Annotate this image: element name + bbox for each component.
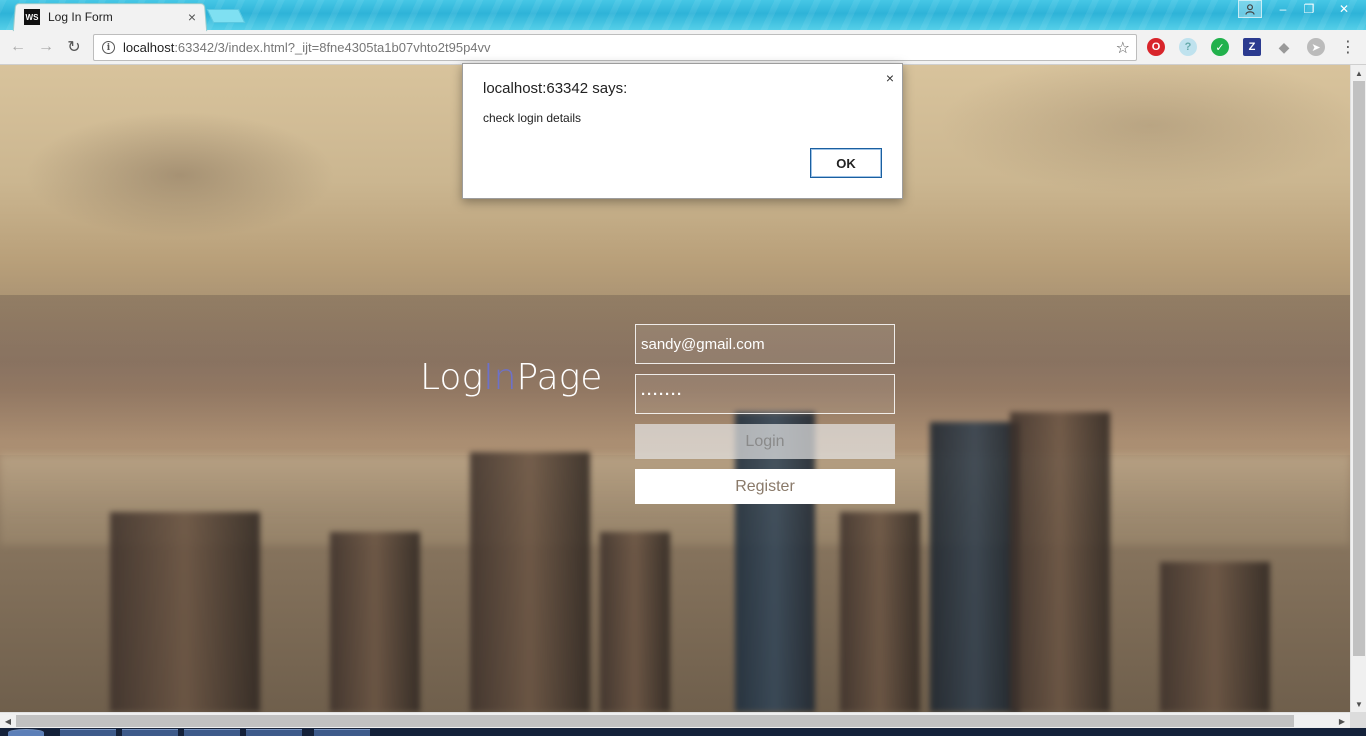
register-button[interactable]: Register <box>635 469 895 504</box>
forward-arrow-icon[interactable]: → <box>36 37 56 57</box>
login-button[interactable]: Login <box>635 424 895 459</box>
horizontal-scrollbar[interactable]: ◀ ▶ <box>0 712 1350 728</box>
opera-icon[interactable]: O <box>1147 38 1165 56</box>
taskbar-item[interactable] <box>246 729 302 736</box>
vertical-scrollbar[interactable]: ▲ ▼ <box>1350 65 1366 712</box>
scroll-left-arrow-icon[interactable]: ◀ <box>0 713 16 729</box>
background-building <box>330 532 420 712</box>
windows-taskbar <box>0 728 1366 736</box>
horizontal-scroll-thumb[interactable] <box>16 715 1294 727</box>
window-close-button[interactable]: ✕ <box>1322 0 1366 18</box>
dialog-ok-button[interactable]: OK <box>810 148 882 178</box>
scroll-up-arrow-icon[interactable]: ▲ <box>1351 65 1366 81</box>
brand-text-page: Page <box>516 357 603 398</box>
background-building <box>1160 562 1270 712</box>
start-button[interactable] <box>8 729 44 736</box>
email-field[interactable]: sandy@gmail.com <box>635 324 895 364</box>
background-building <box>840 512 920 712</box>
dialog-title: localhost:63342 says: <box>483 80 628 97</box>
check-icon[interactable]: ✓ <box>1211 38 1229 56</box>
tab-title: Log In Form <box>48 10 113 24</box>
diamond-icon[interactable]: ◆ <box>1275 38 1293 56</box>
compass-icon[interactable]: ➤ <box>1307 38 1325 56</box>
tab-close-icon[interactable]: × <box>188 9 196 25</box>
alert-dialog: × localhost:63342 says: check login deta… <box>462 63 903 199</box>
webstorm-favicon-icon: WS <box>24 9 40 25</box>
url-text[interactable]: localhost:63342/3/index.html?_ijt=8fne43… <box>123 40 1116 55</box>
dialog-message: check login details <box>483 111 582 125</box>
minimize-button[interactable]: – <box>1270 0 1296 18</box>
help-icon[interactable]: ? <box>1179 38 1197 56</box>
menu-dots-icon[interactable]: ⋮ <box>1340 38 1356 56</box>
taskbar-item[interactable] <box>60 729 116 736</box>
site-info-icon[interactable]: i <box>102 41 115 54</box>
dialog-close-icon[interactable]: × <box>886 70 894 86</box>
url-path: :63342/3/index.html?_ijt=8fne4305ta1b07v… <box>174 40 491 55</box>
profile-button[interactable] <box>1238 0 1262 18</box>
brand-text-in: In <box>483 357 517 398</box>
background-building <box>600 532 670 712</box>
person-icon <box>1245 3 1255 15</box>
browser-toolbar: ← → ↻ i localhost:63342/3/index.html?_ij… <box>0 30 1366 65</box>
z-icon[interactable]: Z <box>1243 38 1261 56</box>
taskbar-item[interactable] <box>314 729 370 736</box>
brand-text-log: Log <box>420 357 484 398</box>
url-host: localhost <box>123 40 175 55</box>
restore-button[interactable]: ❐ <box>1296 0 1322 18</box>
background-building <box>930 422 1020 712</box>
scrollbar-corner <box>1350 712 1366 728</box>
background-building <box>470 452 590 712</box>
background-building <box>1010 412 1110 712</box>
scroll-down-arrow-icon[interactable]: ▼ <box>1351 696 1366 712</box>
page-brand-logo: LogInPage <box>420 357 602 398</box>
address-bar[interactable]: i localhost:63342/3/index.html?_ijt=8fne… <box>93 34 1137 61</box>
window-controls: – ❐ ✕ <box>1270 0 1366 20</box>
browser-tab[interactable]: WS Log In Form × <box>14 3 206 31</box>
background-building <box>110 512 260 712</box>
bookmark-star-icon[interactable]: ☆ <box>1116 38 1130 58</box>
reload-icon[interactable]: ↻ <box>64 37 84 57</box>
vertical-scroll-thumb[interactable] <box>1353 81 1365 656</box>
taskbar-item[interactable] <box>122 729 178 736</box>
new-tab-button[interactable] <box>206 9 246 23</box>
scroll-right-arrow-icon[interactable]: ▶ <box>1334 713 1350 729</box>
back-arrow-icon[interactable]: ← <box>8 37 28 57</box>
taskbar-item[interactable] <box>184 729 240 736</box>
password-field[interactable]: ······· <box>635 374 895 414</box>
